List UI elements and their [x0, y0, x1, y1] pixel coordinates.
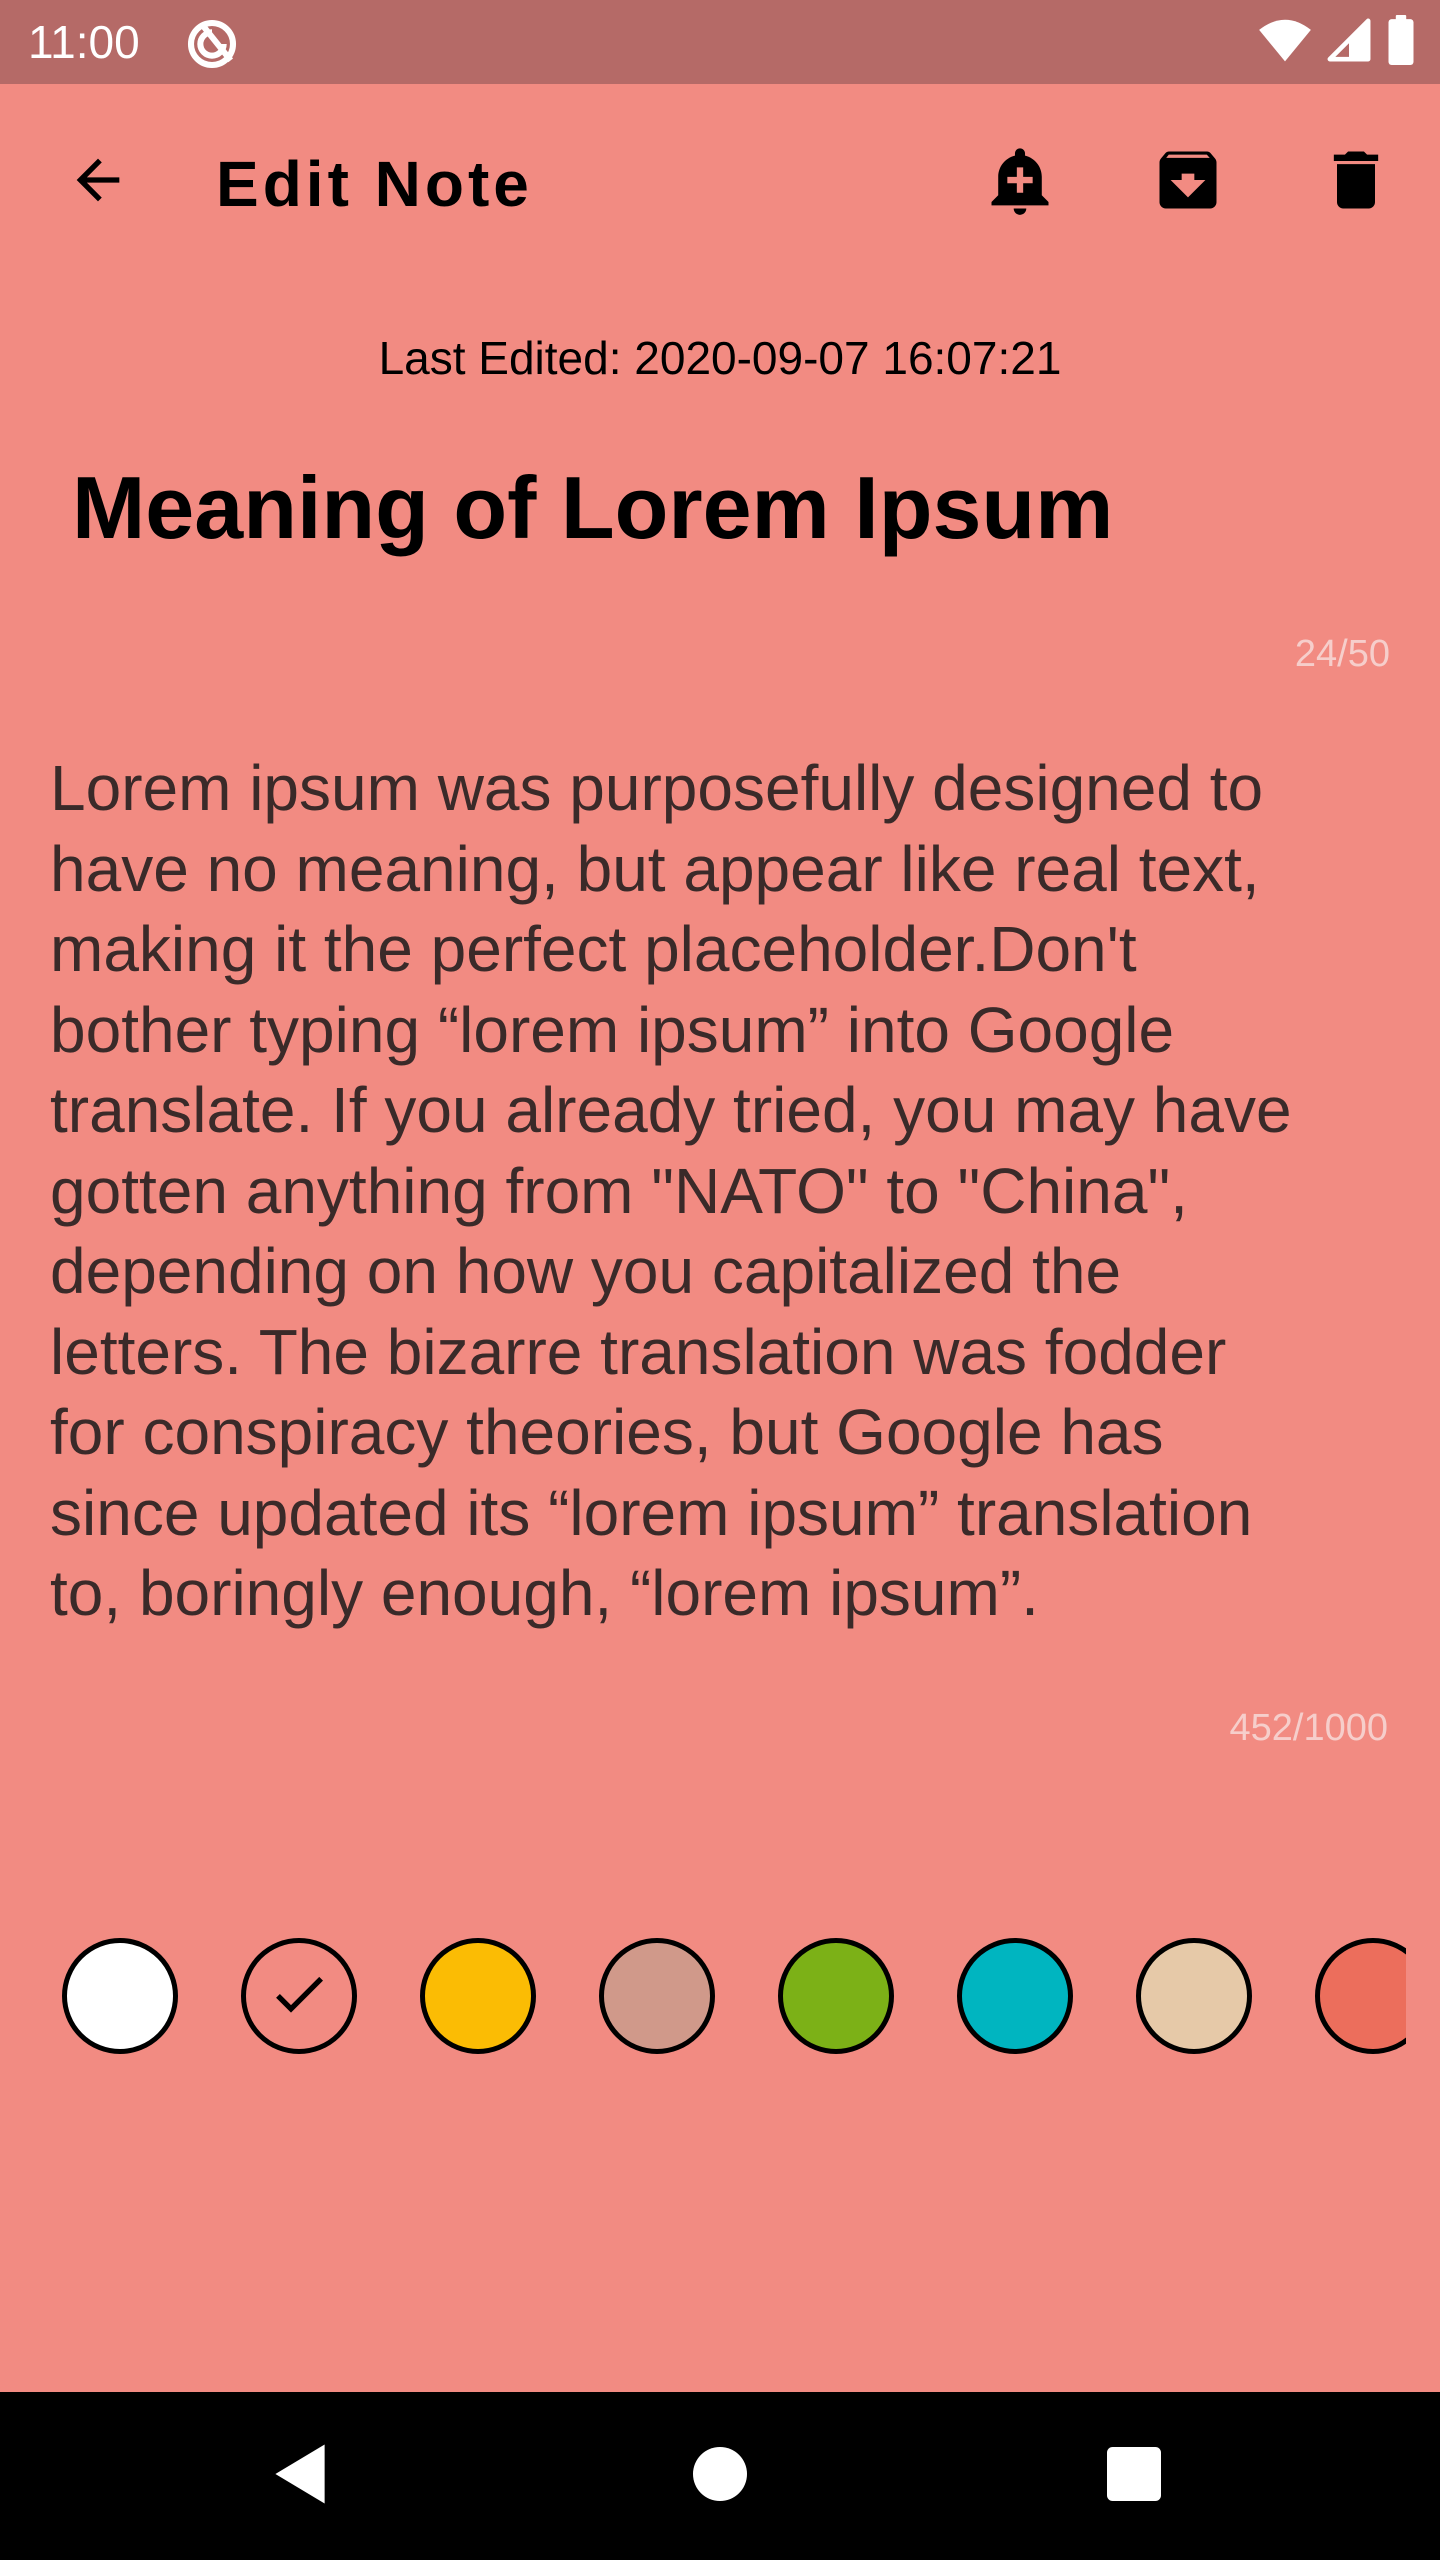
- sync-icon: [184, 16, 240, 72]
- nav-back-button[interactable]: [244, 2420, 356, 2532]
- wifi-icon: [1258, 16, 1312, 69]
- status-indicators: [1258, 14, 1416, 70]
- body-character-counter: 452/1000: [1229, 1707, 1389, 1749]
- delete-button[interactable]: [1304, 130, 1408, 234]
- title-character-counter: 24/50: [1294, 633, 1390, 675]
- color-palette: [62, 1936, 1406, 2064]
- color-swatch-white[interactable]: [62, 1938, 178, 2054]
- app-bar: Edit Note: [0, 84, 1440, 280]
- add-reminder-button[interactable]: [968, 130, 1072, 234]
- square-recents-icon: [1107, 2446, 1161, 2506]
- status-bar: 11:00: [0, 0, 1440, 84]
- cellular-signal-icon: [1326, 17, 1372, 68]
- triangle-back-icon: [270, 2442, 330, 2511]
- add-reminder-bell-icon: [982, 142, 1058, 223]
- delete-trash-icon: [1318, 142, 1394, 223]
- battery-icon: [1386, 14, 1416, 70]
- navigation-bar: [0, 2392, 1440, 2560]
- circle-home-icon: [693, 2446, 747, 2506]
- status-time: 11:00: [28, 16, 140, 68]
- color-swatch-red[interactable]: [241, 1938, 357, 2054]
- nav-home-button[interactable]: [664, 2420, 776, 2532]
- note-title-input[interactable]: Meaning of Lorem Ipsum: [72, 458, 1372, 558]
- color-swatch-green[interactable]: [778, 1938, 894, 2054]
- checkmark-icon: [267, 1962, 331, 2031]
- last-edited-timestamp: Last Edited: 2020-09-07 16:07:21: [378, 332, 1062, 384]
- back-arrow-icon: [66, 148, 130, 217]
- color-swatch-teal[interactable]: [957, 1938, 1073, 2054]
- back-button[interactable]: [48, 132, 148, 232]
- color-swatch-brown[interactable]: [599, 1938, 715, 2054]
- note-body-input[interactable]: Lorem ipsum was purposefully designed to…: [50, 748, 1390, 1634]
- color-swatch-coral[interactable]: [1315, 1938, 1406, 2054]
- page-title: Edit Note: [216, 148, 533, 220]
- archive-button[interactable]: [1136, 130, 1240, 234]
- color-swatch-beige[interactable]: [1136, 1938, 1252, 2054]
- nav-recents-button[interactable]: [1078, 2420, 1190, 2532]
- color-swatch-yellow[interactable]: [420, 1938, 536, 2054]
- archive-icon: [1150, 142, 1226, 223]
